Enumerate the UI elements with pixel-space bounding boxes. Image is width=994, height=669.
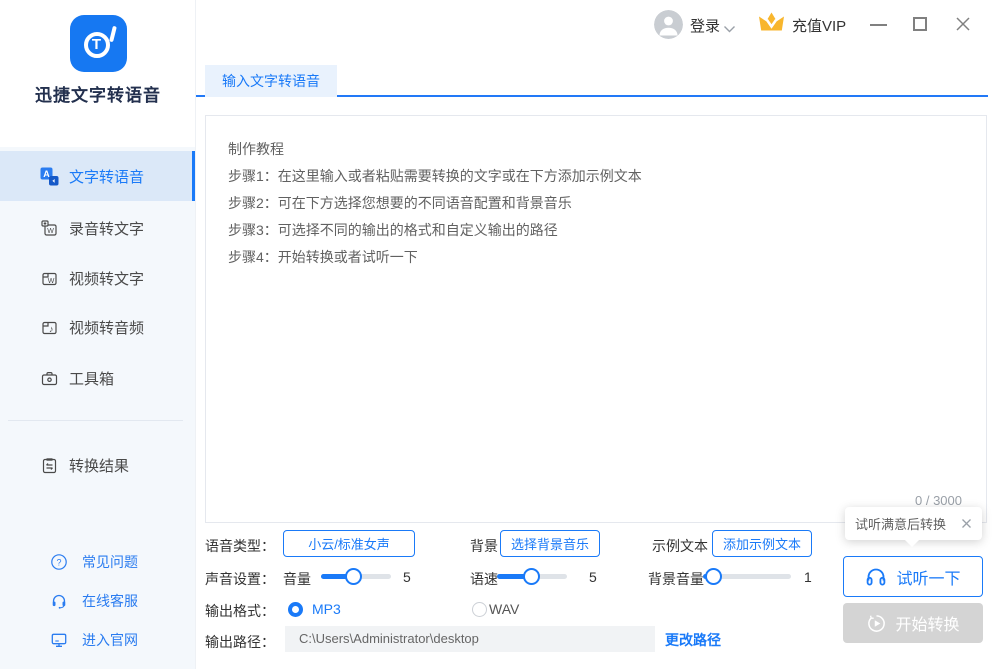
sidebar-item-label: 文字转语音	[69, 166, 144, 187]
tooltip-text: 试听满意后转换	[855, 514, 961, 533]
bg-volume-value: 1	[804, 569, 812, 585]
output-format-label: 输出格式：	[205, 601, 275, 621]
sound-settings-label: 声音设置：	[205, 569, 275, 589]
sample-text-label: 示例文本	[652, 536, 708, 556]
sidebar-item-faq[interactable]: ? 常见问题	[0, 543, 195, 581]
bg-volume-slider-knob[interactable]	[705, 568, 722, 585]
output-path-label: 输出路径：	[205, 632, 275, 652]
speed-slider-knob[interactable]	[523, 568, 540, 585]
vip-button[interactable]: 充值VIP	[792, 15, 846, 36]
text-to-speech-icon: A	[40, 167, 59, 186]
vip-crown-icon[interactable]	[756, 9, 787, 41]
volume-slider[interactable]	[321, 568, 391, 585]
editor-line: 步骤3：可选择不同的输出的格式和自定义输出的路径	[228, 217, 964, 244]
convert-button[interactable]: 开始转换	[843, 603, 983, 643]
svg-text:♪: ♪	[49, 324, 54, 334]
login-button[interactable]: 登录	[690, 15, 720, 36]
convert-button-label: 开始转换	[895, 611, 959, 635]
radio-mp3[interactable]	[288, 602, 303, 617]
voice-type-label: 语音类型：	[205, 536, 275, 556]
sidebar-item-toolbox[interactable]: 工具箱	[0, 353, 195, 403]
sidebar-item-label: 录音转文字	[69, 218, 144, 239]
speed-label: 语速	[470, 569, 498, 589]
bg-volume-label: 背景音量	[648, 569, 704, 589]
svg-text:W: W	[48, 277, 55, 284]
sidebar-item-video-to-text[interactable]: W 视频转文字	[0, 253, 195, 303]
website-icon	[50, 631, 68, 649]
sidebar-divider	[8, 420, 183, 421]
speed-value: 5	[589, 569, 597, 585]
support-icon	[50, 592, 68, 610]
tooltip-close-icon[interactable]	[961, 518, 972, 529]
svg-text:?: ?	[56, 558, 61, 568]
preview-button-label: 试听一下	[896, 565, 960, 589]
editor-line: 步骤1：在这里输入或者粘贴需要转换的文字或在下方添加示例文本	[228, 163, 964, 190]
headphones-icon	[865, 567, 887, 587]
sidebar-item-text-to-speech[interactable]: A 文字转语音	[0, 151, 195, 201]
radio-mp3-label[interactable]: MP3	[312, 601, 341, 617]
play-icon	[866, 613, 887, 634]
bg-music-label: 背景	[470, 536, 498, 556]
app-title: 迅捷文字转语音	[0, 81, 196, 106]
char-counter: 0 / 3000	[915, 493, 962, 508]
radio-wav-label[interactable]: WAV	[489, 601, 519, 617]
sidebar-item-label: 视频转文字	[69, 268, 144, 289]
logo-letter: T	[84, 32, 110, 58]
sidebar-item-label: 常见问题	[82, 552, 138, 572]
video-to-audio-icon: ♪	[40, 318, 59, 337]
output-path-input[interactable]: C:\Users\Administrator\desktop	[285, 626, 655, 652]
chevron-down-icon[interactable]	[723, 21, 736, 39]
sidebar-item-website[interactable]: 进入官网	[0, 621, 195, 659]
volume-label: 音量	[283, 569, 311, 589]
sidebar-item-video-to-audio[interactable]: ♪ 视频转音频	[0, 302, 195, 352]
editor-line: 制作教程	[228, 136, 964, 163]
change-path-link[interactable]: 更改路径	[665, 630, 721, 650]
volume-value: 5	[403, 569, 411, 585]
editor-line: 步骤2：可在下方选择您想要的不同语音配置和背景音乐	[228, 190, 964, 217]
toolbox-icon	[40, 369, 59, 388]
minimize-button[interactable]	[870, 24, 887, 26]
sidebar-item-label: 在线客服	[82, 591, 138, 611]
video-to-text-icon: W	[40, 269, 59, 288]
sidebar-item-support[interactable]: 在线客服	[0, 582, 195, 620]
app-logo-icon: T	[70, 15, 127, 72]
speed-slider[interactable]	[497, 568, 567, 585]
sidebar-item-results[interactable]: 转换结果	[0, 440, 195, 490]
bg-volume-slider[interactable]	[703, 568, 791, 585]
tab-bar: 输入文字转语音	[196, 65, 988, 97]
svg-text:W: W	[47, 228, 54, 235]
sidebar: T 迅捷文字转语音 A 文字转语音 W 录音转文字	[0, 0, 196, 669]
preview-button[interactable]: 试听一下	[843, 556, 983, 597]
preview-tooltip: 试听满意后转换	[845, 507, 982, 540]
radio-wav[interactable]	[472, 602, 487, 617]
sample-text-button[interactable]: 添加示例文本	[712, 530, 812, 557]
maximize-button[interactable]	[913, 17, 927, 31]
sidebar-item-label: 进入官网	[82, 630, 138, 650]
volume-slider-knob[interactable]	[345, 568, 362, 585]
editor-line: 步骤4：开始转换或者试听一下	[228, 244, 964, 271]
sidebar-item-label: 转换结果	[69, 455, 129, 476]
voice-type-button[interactable]: 小云/标准女声	[283, 530, 415, 557]
bg-music-button[interactable]: 选择背景音乐	[500, 530, 600, 557]
close-button[interactable]	[955, 16, 971, 37]
results-icon	[40, 456, 59, 475]
text-input-area[interactable]: 制作教程 步骤1：在这里输入或者粘贴需要转换的文字或在下方添加示例文本 步骤2：…	[205, 115, 987, 523]
question-icon: ?	[50, 553, 68, 571]
audio-to-text-icon: W	[40, 219, 59, 238]
sidebar-item-audio-to-text[interactable]: W 录音转文字	[0, 203, 195, 253]
avatar[interactable]	[654, 10, 683, 39]
tab-input-text-to-speech[interactable]: 输入文字转语音	[205, 65, 337, 97]
sidebar-item-label: 工具箱	[69, 368, 114, 389]
sidebar-item-label: 视频转音频	[69, 317, 144, 338]
